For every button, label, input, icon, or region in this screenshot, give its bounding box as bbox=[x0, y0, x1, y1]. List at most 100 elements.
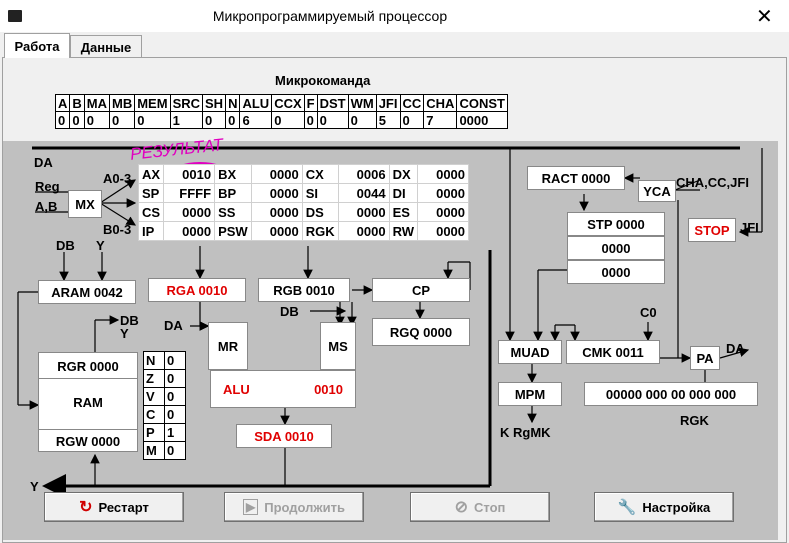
register-value: 0000 bbox=[250, 183, 303, 203]
flag-value: 1 bbox=[164, 423, 186, 442]
flags-table: N0Z0V0C0P1M0 bbox=[143, 351, 186, 460]
cmk-register: CMK 0011 bbox=[566, 340, 660, 364]
tab-work[interactable]: Работа bbox=[4, 33, 70, 58]
register-value: 0006 bbox=[337, 164, 390, 184]
a03-label: A0-3 bbox=[103, 171, 132, 186]
rgb-register: RGB 0010 bbox=[258, 278, 350, 302]
ms-block: MS bbox=[320, 322, 356, 370]
register-value: 0000 bbox=[163, 221, 216, 241]
register-name: DS bbox=[301, 202, 339, 222]
register-name: SS bbox=[214, 202, 252, 222]
register-name: SI bbox=[301, 183, 339, 203]
db-ms-label: DB bbox=[280, 304, 299, 319]
alu-value: 0010 bbox=[314, 381, 343, 397]
pa-block: PA bbox=[690, 346, 720, 370]
flag-value: 0 bbox=[164, 405, 186, 424]
flag-value: 0 bbox=[164, 441, 186, 460]
rgq-register: RGQ 0000 bbox=[372, 318, 470, 346]
rgk-register: 00000 000 00 000 000 bbox=[584, 382, 758, 406]
rgr-register: RGR 0000 bbox=[38, 355, 138, 379]
register-value: 0000 bbox=[417, 164, 470, 184]
register-name: AX bbox=[137, 164, 165, 184]
register-name: RGK bbox=[301, 221, 339, 241]
cha-cc-jfi-label: CHA,CC,JFI bbox=[676, 175, 749, 190]
restart-icon: ↻ bbox=[79, 499, 93, 516]
register-name: CX bbox=[301, 164, 339, 184]
flag-value: 0 bbox=[164, 369, 186, 388]
continue-button[interactable]: ▶ Продолжить bbox=[224, 492, 364, 522]
ract-register: RACT 0000 bbox=[527, 166, 625, 190]
tools-icon: 🔧 bbox=[617, 499, 637, 516]
register-name: DX bbox=[388, 164, 419, 184]
register-name: PSW bbox=[214, 221, 252, 241]
flag-name: Z bbox=[143, 369, 165, 388]
register-file: AX 0010 BX 0000 CX 0006 DX 0000 SP FFFF BP 0000 SI 00… bbox=[137, 164, 470, 241]
reg-label: Reg bbox=[35, 179, 60, 194]
sda-register: SDA 0010 bbox=[236, 424, 332, 448]
register-value: 0000 bbox=[417, 183, 470, 203]
stop-indicator: STOP bbox=[688, 218, 736, 242]
db-label: DB bbox=[56, 238, 75, 253]
stack-register-2: 0000 bbox=[567, 260, 665, 284]
flag-name: V bbox=[143, 387, 165, 406]
muad-block: MUAD bbox=[498, 340, 562, 364]
y-ram-label: Y bbox=[120, 326, 129, 341]
flag-value: 0 bbox=[164, 387, 186, 406]
register-name: DI bbox=[388, 183, 419, 203]
register-name: BX bbox=[214, 164, 252, 184]
aram-register: ARAM 0042 bbox=[38, 280, 136, 304]
da-pa-label: DA bbox=[726, 341, 745, 356]
ab-label: A,B bbox=[35, 199, 58, 214]
register-value: 0044 bbox=[337, 183, 390, 203]
register-value: 0000 bbox=[417, 221, 470, 241]
stack-register-1: 0000 bbox=[567, 236, 665, 260]
cp-block: CP bbox=[372, 278, 470, 302]
register-value: 0000 bbox=[250, 221, 303, 241]
restart-button[interactable]: ↻ Рестарт bbox=[44, 492, 184, 522]
flag-name: P bbox=[143, 423, 165, 442]
flag-name: M bbox=[143, 441, 165, 460]
krgmk-label: K RgMK bbox=[500, 425, 551, 440]
flag-name: N bbox=[143, 351, 165, 370]
mx-block: MX bbox=[68, 190, 102, 218]
c0-label: C0 bbox=[640, 305, 657, 320]
stp-register: STP 0000 bbox=[567, 212, 665, 236]
y-bottom-label: Y bbox=[30, 479, 39, 494]
jfi-label: JFI bbox=[740, 220, 759, 235]
settings-button[interactable]: 🔧 Настройка bbox=[594, 492, 734, 522]
rga-register: RGA 0010 bbox=[148, 278, 246, 302]
register-name: CS bbox=[137, 202, 165, 222]
da-mr-label: DA bbox=[164, 318, 183, 333]
b03-label: B0-3 bbox=[103, 222, 132, 237]
yca-block: YCA bbox=[638, 180, 676, 202]
alu-block: ALU 0010 bbox=[210, 370, 356, 408]
register-value: 0000 bbox=[250, 164, 303, 184]
stop-label: Стоп bbox=[474, 499, 506, 515]
rgw-register: RGW 0000 bbox=[38, 429, 138, 453]
register-name: IP bbox=[137, 221, 165, 241]
mr-block: MR bbox=[208, 322, 248, 370]
flag-value: 0 bbox=[164, 351, 186, 370]
flag-name: C bbox=[143, 405, 165, 424]
register-value: 0000 bbox=[337, 221, 390, 241]
register-value: 0000 bbox=[250, 202, 303, 222]
register-name: BP bbox=[214, 183, 252, 203]
stop-icon: ⊘ bbox=[454, 499, 468, 516]
play-icon: ▶ bbox=[243, 499, 259, 515]
register-name: SP bbox=[137, 183, 165, 203]
rgk-label: RGK bbox=[680, 413, 709, 428]
mpm-block: MPM bbox=[498, 382, 562, 406]
alu-label: ALU bbox=[223, 381, 250, 397]
restart-label: Рестарт bbox=[98, 499, 149, 515]
register-value: 0000 bbox=[163, 202, 216, 222]
register-name: RW bbox=[388, 221, 419, 241]
stop-button[interactable]: ⊘ Стоп bbox=[410, 492, 550, 522]
register-value: 0010 bbox=[163, 164, 216, 184]
register-value: FFFF bbox=[163, 183, 216, 203]
y-label: Y bbox=[96, 238, 105, 253]
register-name: ES bbox=[388, 202, 419, 222]
register-value: 0000 bbox=[417, 202, 470, 222]
settings-label: Настройка bbox=[642, 499, 711, 515]
continue-label: Продолжить bbox=[264, 499, 345, 515]
register-value: 0000 bbox=[337, 202, 390, 222]
